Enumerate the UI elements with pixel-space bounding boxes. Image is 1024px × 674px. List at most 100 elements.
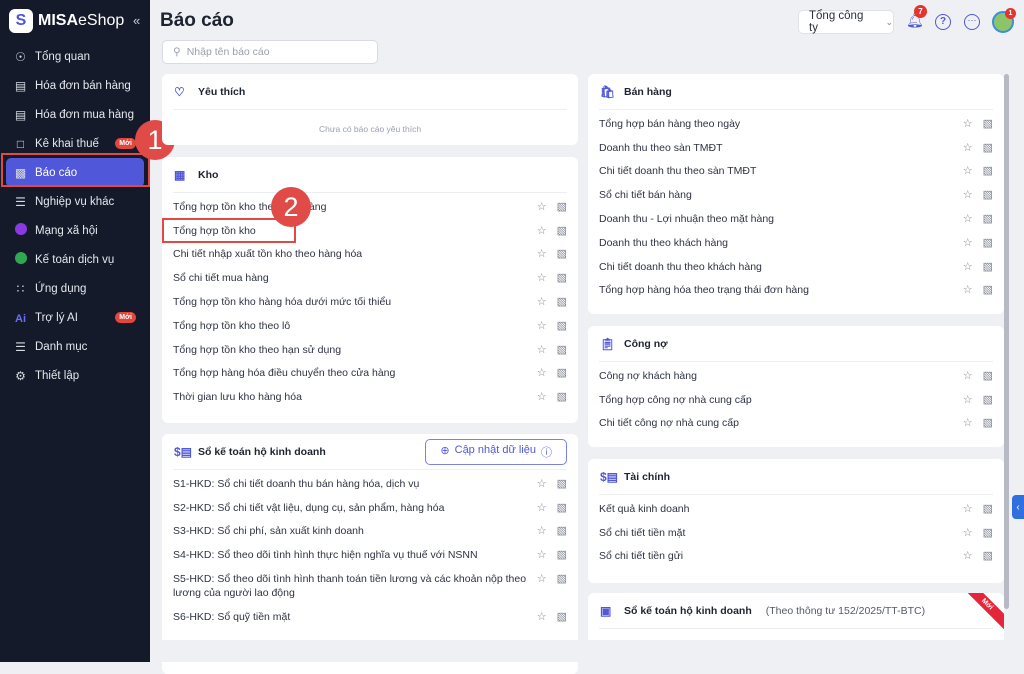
star-icon[interactable]: ☆ bbox=[537, 524, 547, 538]
image-icon[interactable]: ▧ bbox=[983, 164, 993, 178]
star-icon[interactable]: ☆ bbox=[537, 390, 547, 404]
star-icon[interactable]: ☆ bbox=[963, 526, 973, 540]
image-icon[interactable]: ▧ bbox=[983, 526, 993, 540]
report-item[interactable]: Tổng hợp tồn kho theo lô ☆ ▧ bbox=[173, 314, 567, 338]
report-item[interactable]: Thời gian lưu kho hàng hóa ☆ ▧ bbox=[173, 385, 567, 409]
report-item[interactable]: Doanh thu theo khách hàng ☆ ▧ bbox=[599, 231, 993, 255]
star-icon[interactable]: ☆ bbox=[537, 295, 547, 309]
star-icon[interactable]: ☆ bbox=[963, 212, 973, 226]
image-icon[interactable]: ▧ bbox=[983, 212, 993, 226]
report-item[interactable]: Tổng hợp công nợ nhà cung cấp ☆ ▧ bbox=[599, 388, 993, 412]
report-item[interactable]: Tổng hợp hàng hóa theo trạng thái đơn hà… bbox=[599, 278, 993, 302]
report-item[interactable]: Tổng hợp tồn kho theo hạn sử dụng ☆ ▧ bbox=[173, 338, 567, 362]
star-icon[interactable]: ☆ bbox=[537, 477, 547, 491]
image-icon[interactable]: ▧ bbox=[557, 610, 567, 624]
report-item[interactable]: Sổ chi tiết bán hàng ☆ ▧ bbox=[599, 183, 993, 207]
sidebar-item[interactable]: ☰ Nghiệp vụ khác bbox=[0, 187, 150, 216]
star-icon[interactable]: ☆ bbox=[537, 610, 547, 624]
update-data-button[interactable]: ⊕ Cập nhật dữ liệu ⓘ bbox=[425, 438, 567, 465]
star-icon[interactable]: ☆ bbox=[963, 117, 973, 131]
report-item[interactable]: Tổng hợp tồn kho hàng hóa dưới mức tối t… bbox=[173, 290, 567, 314]
image-icon[interactable]: ▧ bbox=[983, 283, 993, 297]
report-item[interactable]: Sổ chi tiết tiền gửi ☆ ▧ bbox=[599, 545, 993, 569]
sidebar-item[interactable]: Mạng xã hội bbox=[0, 216, 150, 245]
company-select[interactable]: Tổng công ty ⌄ bbox=[798, 10, 894, 34]
star-icon[interactable]: ☆ bbox=[963, 188, 973, 202]
sidebar-item[interactable]: ☰ Danh mục bbox=[0, 332, 150, 361]
report-item[interactable]: Doanh thu - Lợi nhuận theo mặt hàng ☆ ▧ bbox=[599, 207, 993, 231]
sidebar-item[interactable]: Ai Trợ lý AI Mới bbox=[0, 303, 150, 332]
report-item[interactable]: Chi tiết doanh thu theo sàn TMĐT ☆ ▧ bbox=[599, 160, 993, 184]
logo[interactable]: S MISAeShop bbox=[9, 9, 124, 33]
image-icon[interactable]: ▧ bbox=[983, 502, 993, 516]
image-icon[interactable]: ▧ bbox=[557, 319, 567, 333]
star-icon[interactable]: ☆ bbox=[963, 549, 973, 563]
image-icon[interactable]: ▧ bbox=[557, 247, 567, 261]
star-icon[interactable]: ☆ bbox=[537, 271, 547, 285]
sidebar-item[interactable]: ▤ Hóa đơn mua hàng bbox=[0, 100, 150, 129]
star-icon[interactable]: ☆ bbox=[963, 236, 973, 250]
report-item[interactable]: Kết quả kinh doanh ☆ ▧ bbox=[599, 497, 993, 521]
image-icon[interactable]: ▧ bbox=[983, 416, 993, 430]
star-icon[interactable]: ☆ bbox=[963, 502, 973, 516]
star-icon[interactable]: ☆ bbox=[963, 369, 973, 383]
side-panel-toggle[interactable]: ‹ bbox=[1012, 495, 1024, 519]
image-icon[interactable]: ▧ bbox=[557, 477, 567, 491]
report-item[interactable]: Tổng hợp hàng hóa điều chuyển theo cửa h… bbox=[173, 361, 567, 385]
image-icon[interactable]: ▧ bbox=[983, 369, 993, 383]
image-icon[interactable]: ▧ bbox=[557, 390, 567, 404]
report-item[interactable]: S2-HKD: Sổ chi tiết vật liệu, dụng cụ, s… bbox=[173, 496, 567, 520]
report-item[interactable]: Tổng hợp bán hàng theo ngày ☆ ▧ bbox=[599, 112, 993, 136]
star-icon[interactable]: ☆ bbox=[963, 164, 973, 178]
image-icon[interactable]: ▧ bbox=[983, 141, 993, 155]
image-icon[interactable]: ▧ bbox=[983, 236, 993, 250]
report-item[interactable]: Chi tiết nhập xuất tồn kho theo hàng hóa… bbox=[173, 243, 567, 267]
image-icon[interactable]: ▧ bbox=[557, 572, 567, 586]
star-icon[interactable]: ☆ bbox=[537, 548, 547, 562]
image-icon[interactable]: ▧ bbox=[557, 366, 567, 380]
image-icon[interactable]: ▧ bbox=[983, 549, 993, 563]
scrollbar[interactable] bbox=[1004, 74, 1009, 609]
search-input[interactable]: ⚲ Nhập tên báo cáo bbox=[162, 40, 378, 64]
image-icon[interactable]: ▧ bbox=[557, 343, 567, 357]
image-icon[interactable]: ▧ bbox=[557, 501, 567, 515]
image-icon[interactable]: ▧ bbox=[557, 200, 567, 214]
image-icon[interactable]: ▧ bbox=[557, 271, 567, 285]
star-icon[interactable]: ☆ bbox=[537, 366, 547, 380]
image-icon[interactable]: ▧ bbox=[557, 524, 567, 538]
image-icon[interactable]: ▧ bbox=[557, 548, 567, 562]
report-item[interactable]: Tổng hợp tồn kho theo cửa hàng ☆ ▧ bbox=[173, 195, 567, 219]
star-icon[interactable]: ☆ bbox=[963, 283, 973, 297]
star-icon[interactable]: ☆ bbox=[537, 572, 547, 586]
star-icon[interactable]: ☆ bbox=[963, 260, 973, 274]
star-icon[interactable]: ☆ bbox=[537, 200, 547, 214]
star-icon[interactable]: ☆ bbox=[537, 501, 547, 515]
star-icon[interactable]: ☆ bbox=[537, 343, 547, 357]
star-icon[interactable]: ☆ bbox=[963, 416, 973, 430]
more-icon[interactable]: ··· bbox=[964, 14, 980, 30]
report-item[interactable]: Công nợ khách hàng ☆ ▧ bbox=[599, 364, 993, 388]
sidebar-item[interactable]: ⚙ Thiết lập bbox=[0, 361, 150, 390]
star-icon[interactable]: ☆ bbox=[537, 224, 547, 238]
report-item[interactable]: S4-HKD: Sổ theo dõi tình hình thực hiện … bbox=[173, 543, 567, 567]
report-item[interactable]: S3-HKD: Sổ chi phí, sản xuất kinh doanh ☆… bbox=[173, 520, 567, 544]
image-icon[interactable]: ▧ bbox=[557, 224, 567, 238]
sidebar-item[interactable]: ☉ Tổng quan bbox=[0, 42, 150, 71]
report-item[interactable]: S6-HKD: Sổ quỹ tiền mặt ☆ ▧ bbox=[173, 605, 567, 629]
collapse-sidebar-button[interactable]: « bbox=[133, 13, 140, 28]
sidebar-item[interactable]: Kế toán dịch vụ bbox=[0, 245, 150, 274]
report-item[interactable]: Chi tiết công nợ nhà cung cấp ☆ ▧ bbox=[599, 412, 993, 436]
sidebar-item[interactable]: ∷ Ứng dụng bbox=[0, 274, 150, 303]
image-icon[interactable]: ▧ bbox=[983, 393, 993, 407]
report-item[interactable]: Chi tiết doanh thu theo khách hàng ☆ ▧ bbox=[599, 255, 993, 279]
report-item[interactable]: S5-HKD: Sổ theo dõi tình hình thanh toán… bbox=[173, 567, 567, 605]
image-icon[interactable]: ▧ bbox=[983, 117, 993, 131]
star-icon[interactable]: ☆ bbox=[537, 247, 547, 261]
report-item[interactable]: Sổ chi tiết tiền mặt ☆ ▧ bbox=[599, 521, 993, 545]
help-icon[interactable]: ? bbox=[935, 14, 951, 30]
star-icon[interactable]: ☆ bbox=[963, 141, 973, 155]
image-icon[interactable]: ▧ bbox=[983, 260, 993, 274]
report-item[interactable]: Doanh thu theo sàn TMĐT ☆ ▧ bbox=[599, 136, 993, 160]
report-item[interactable]: Sổ chi tiết mua hàng ☆ ▧ bbox=[173, 266, 567, 290]
sidebar-item[interactable]: ▤ Hóa đơn bán hàng bbox=[0, 71, 150, 100]
